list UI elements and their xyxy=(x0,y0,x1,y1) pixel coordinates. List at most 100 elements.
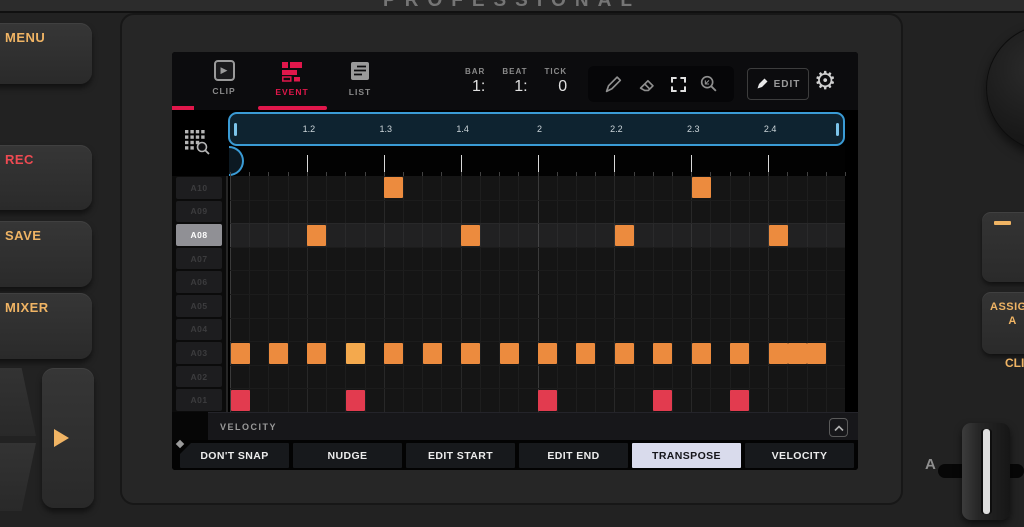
note-a03-col30[interactable] xyxy=(807,343,826,364)
grid-row-line xyxy=(230,365,845,366)
rec-button-label: REC xyxy=(5,152,34,167)
bottom-button-velocity[interactable]: VELOCITY xyxy=(745,443,854,468)
track-labels: A10A09A08A07A06A05A04A03A02A01 xyxy=(172,176,228,412)
note-a03-col10[interactable] xyxy=(423,343,442,364)
fader-a-label: A xyxy=(925,456,936,473)
track-label-a07[interactable]: A07 xyxy=(176,248,222,270)
track-label-a04[interactable]: A04 xyxy=(176,319,222,341)
active-tab-underline xyxy=(258,106,327,110)
touchscreen: ▶ CLIP EVENT xyxy=(172,52,858,470)
velocity-expand-button[interactable] xyxy=(829,418,848,437)
note-a03-col8[interactable] xyxy=(384,343,403,364)
note-a01-col26[interactable] xyxy=(730,390,749,411)
track-label-a09[interactable]: A09 xyxy=(176,201,222,223)
grid-row-line xyxy=(230,318,845,319)
fader-a-handle[interactable] xyxy=(962,423,1010,520)
tab-clip[interactable]: ▶ CLIP xyxy=(190,60,258,108)
bottom-button-edit-end[interactable]: EDIT END xyxy=(519,443,628,468)
note-a03-col24[interactable] xyxy=(692,343,711,364)
tool-group xyxy=(588,66,734,102)
track-label-a03[interactable]: A03 xyxy=(176,342,222,364)
note-a01-col16[interactable] xyxy=(538,390,557,411)
note-a10-col8[interactable] xyxy=(384,177,403,198)
timeline-beat-label: 1.4 xyxy=(456,114,469,144)
note-a10-col24[interactable] xyxy=(692,177,711,198)
edit-button-label: EDIT xyxy=(774,79,801,90)
marquee-select-tool-icon[interactable] xyxy=(671,77,686,92)
note-a03-col2[interactable] xyxy=(269,343,288,364)
timeline-left-handle[interactable] xyxy=(234,123,237,136)
note-a03-col12[interactable] xyxy=(461,343,480,364)
bottom-button-nudge[interactable]: NUDGE xyxy=(293,443,402,468)
bottom-button-don-t-snap[interactable]: DON'T SNAP xyxy=(180,443,289,468)
tab-event[interactable]: EVENT xyxy=(258,60,326,108)
bottom-button-transpose[interactable]: TRANSPOSE xyxy=(632,443,741,468)
track-label-a08[interactable]: A08 xyxy=(176,224,222,246)
note-a01-col6[interactable] xyxy=(346,390,365,411)
playhead-marker[interactable] xyxy=(229,146,244,176)
mpc-device: PROFESSIONAL MENU REC SAVE MIXER ASSIGN … xyxy=(0,0,1024,527)
note-a08-col28[interactable] xyxy=(769,225,788,246)
data-knob[interactable] xyxy=(986,24,1024,152)
grid-row-line xyxy=(230,200,845,201)
eraser-tool-icon[interactable] xyxy=(636,73,658,95)
list-icon xyxy=(349,60,371,82)
fader-stripe xyxy=(983,429,990,514)
tick-label: TICK xyxy=(545,67,568,76)
tab-bar: ▶ CLIP EVENT xyxy=(172,52,858,110)
timeline-beat-label: 1.3 xyxy=(379,114,392,144)
tab-clip-label: CLIP xyxy=(212,86,235,96)
track-label-a01[interactable]: A01 xyxy=(176,389,222,411)
settings-gear-icon[interactable]: ⚙ xyxy=(814,69,836,94)
save-button[interactable]: SAVE xyxy=(0,221,92,287)
ruler-beat-tick xyxy=(461,155,462,172)
note-a01-col22[interactable] xyxy=(653,390,672,411)
note-a03-col4[interactable] xyxy=(307,343,326,364)
menu-button[interactable]: MENU xyxy=(0,23,92,84)
note-a08-col20[interactable] xyxy=(615,225,634,246)
cursor-down-button[interactable] xyxy=(0,443,36,511)
edit-button[interactable]: EDIT xyxy=(747,68,809,100)
note-grid[interactable] xyxy=(230,176,845,412)
note-a08-col12[interactable] xyxy=(461,225,480,246)
track-label-a06[interactable]: A06 xyxy=(176,271,222,293)
bottom-button-edit-start[interactable]: EDIT START xyxy=(406,443,515,468)
note-a03-col26[interactable] xyxy=(730,343,749,364)
velocity-panel-header[interactable]: VELOCITY xyxy=(208,412,858,440)
rec-button[interactable]: REC xyxy=(0,145,92,210)
timeline-range-bar[interactable]: 1.21.31.422.22.32.4 xyxy=(228,112,845,146)
note-a03-col6[interactable] xyxy=(346,343,365,364)
track-label-a10[interactable]: A10 xyxy=(176,177,222,199)
timeline-right-handle[interactable] xyxy=(836,123,839,136)
note-a01-col0[interactable] xyxy=(231,390,250,411)
zoom-tool-icon[interactable] xyxy=(698,73,720,95)
assign-a-button[interactable]: ASSIGN A xyxy=(982,292,1024,354)
cursor-up-button[interactable] xyxy=(0,368,36,436)
ruler-beat-tick xyxy=(384,155,385,172)
beat-value: 1: xyxy=(514,78,527,96)
note-a03-col14[interactable] xyxy=(500,343,519,364)
note-a03-col20[interactable] xyxy=(615,343,634,364)
save-button-label: SAVE xyxy=(5,228,41,243)
note-a03-col22[interactable] xyxy=(653,343,672,364)
note-a08-col4[interactable] xyxy=(307,225,326,246)
track-label-a02[interactable]: A02 xyxy=(176,366,222,388)
tab-list[interactable]: LIST xyxy=(326,60,394,108)
track-label-a05[interactable]: A05 xyxy=(176,295,222,317)
pencil-tool-icon[interactable] xyxy=(602,73,624,95)
grid-row-line xyxy=(230,294,845,295)
minus-button[interactable] xyxy=(982,212,1024,282)
note-a03-col28[interactable] xyxy=(769,343,788,364)
clip-play-icon: ▶ xyxy=(214,60,235,81)
note-a03-col0[interactable] xyxy=(231,343,250,364)
cursor-right-button[interactable] xyxy=(42,368,94,508)
velocity-panel-label: VELOCITY xyxy=(220,422,277,432)
grid-zoom-icon[interactable] xyxy=(183,128,211,156)
mixer-button[interactable]: MIXER xyxy=(0,293,92,359)
menu-button-label: MENU xyxy=(5,30,45,45)
note-a03-col29[interactable] xyxy=(788,343,807,364)
timeline-ruler[interactable] xyxy=(230,146,845,176)
note-a03-col18[interactable] xyxy=(576,343,595,364)
edit-pencil-icon xyxy=(756,78,768,90)
note-a03-col16[interactable] xyxy=(538,343,557,364)
